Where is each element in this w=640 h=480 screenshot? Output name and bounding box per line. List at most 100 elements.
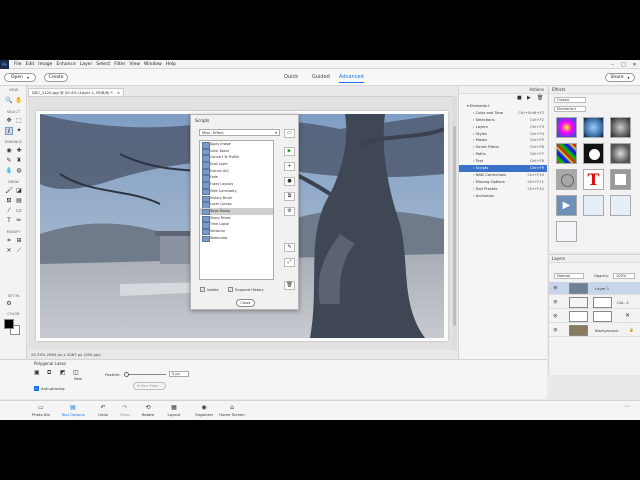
undo-button[interactable]: ↶ Undo	[95, 404, 111, 417]
document-tab[interactable]: DSC_1120.jpg @ 20.4% (Layer 1, RGB/8) * …	[28, 88, 125, 96]
subtract-selection-icon[interactable]: ◩	[60, 369, 66, 376]
script-item[interactable]: Extract AIQ	[200, 168, 273, 175]
isolate-checkbox[interactable]: ✓ Isolate	[200, 287, 219, 292]
run-script-button[interactable]: ▶	[284, 147, 295, 156]
effect-thumb[interactable]	[556, 143, 577, 164]
eye-icon[interactable]: 👁	[553, 313, 558, 318]
action-row[interactable]: › Styles Ctrl+F4	[459, 131, 547, 138]
content-aware-move-tool-icon[interactable]: ✕	[5, 247, 13, 255]
layer-row[interactable]: 👁 Col...1	[549, 296, 640, 309]
action-row[interactable]: › Smart Filters Ctrl+F6	[459, 144, 547, 151]
pencil-tool-icon[interactable]: ✏	[15, 217, 23, 225]
dialog-close-button[interactable]: Close	[236, 299, 255, 307]
lasso-tool-icon[interactable]: ℓ	[5, 127, 13, 135]
script-category-select[interactable]: Misc. Effect ▾	[199, 129, 280, 136]
effect-thumb[interactable]	[556, 169, 577, 190]
eraser-tool-icon[interactable]: ◪	[15, 187, 23, 195]
effect-thumb[interactable]	[610, 169, 631, 190]
script-item[interactable]: Watercolor	[200, 235, 273, 242]
effect-thumb[interactable]	[583, 117, 604, 138]
delete-script-button[interactable]: 🗑	[284, 281, 295, 290]
layout-button[interactable]: ▦ Layout	[165, 404, 183, 417]
menu-image[interactable]: Image	[38, 62, 52, 67]
smart-brush-tool-icon[interactable]: ✎	[5, 157, 13, 165]
script-list[interactable]: Apply Image Color Boost Convert To Profi…	[199, 140, 274, 280]
opacity-input[interactable]: 100%	[613, 273, 635, 279]
close-window-button[interactable]: ✕	[629, 60, 640, 69]
redo-button[interactable]: ↷ Redo	[117, 404, 133, 417]
foreground-color-swatch[interactable]	[4, 319, 14, 329]
effect-thumb[interactable]	[610, 117, 631, 138]
effect-thumb[interactable]	[610, 143, 631, 164]
script-item[interactable]: Apply Image	[200, 141, 273, 149]
effect-thumb[interactable]	[556, 221, 577, 242]
tab-guided[interactable]: Guided	[312, 74, 330, 80]
action-row[interactable]: › Animation	[459, 193, 547, 200]
script-item[interactable]: Fuzzy Layouts	[200, 181, 273, 189]
script-item[interactable]: Dual Layer	[200, 161, 273, 169]
eye-icon[interactable]: 👁	[553, 327, 558, 332]
edit-script-button[interactable]: ✎	[284, 243, 295, 252]
script-item[interactable]: Convert To Profile	[200, 154, 273, 162]
spot-healing-tool-icon[interactable]: ✚	[15, 147, 23, 155]
intersect-selection-icon[interactable]: ◫	[73, 369, 79, 376]
script-item[interactable]: Vectorize	[200, 228, 273, 236]
menu-help[interactable]: Help	[166, 62, 176, 67]
script-item[interactable]: Hide Luminosity	[200, 188, 273, 195]
add-selection-icon[interactable]: ⧉	[47, 369, 51, 377]
effect-thumb[interactable]: ▶	[556, 195, 577, 216]
open-button[interactable]: Open ▾	[4, 73, 36, 82]
crop-tool-icon[interactable]: ⌗	[5, 237, 13, 245]
close-document-icon[interactable]: ×	[117, 90, 120, 95]
action-row[interactable]: › Text Ctrl+F8	[459, 158, 547, 165]
action-row[interactable]: › RAW Corrections Ctrl+F10	[459, 172, 547, 179]
record-script-button[interactable]: ●	[284, 177, 295, 186]
effects-tab[interactable]: Effects	[552, 87, 566, 92]
settings-tool-icon[interactable]: ⚙	[5, 300, 13, 308]
actions-tab[interactable]: Actions	[529, 86, 544, 94]
straighten-tool-icon[interactable]: ⟋	[15, 247, 23, 255]
effect-thumb[interactable]	[610, 195, 631, 216]
script-settings-button[interactable]: ⚙	[284, 207, 295, 216]
stop-icon[interactable]: ■	[517, 95, 522, 101]
menu-file[interactable]: File	[14, 62, 22, 67]
sponge-tool-icon[interactable]: ◍	[15, 167, 23, 175]
add-script-button[interactable]: +	[284, 162, 295, 171]
action-row[interactable]: › Color and Tone Ctrl+Shift+F2	[459, 110, 547, 117]
more-icon[interactable]: ⋯	[624, 403, 630, 410]
layer-row[interactable]: 👁 Layer 1	[549, 282, 640, 295]
share-button[interactable]: Share ▾	[605, 73, 635, 82]
menu-filter[interactable]: Filter	[114, 62, 125, 67]
home-screen-button[interactable]: ⌂ Home Screen	[218, 404, 246, 417]
script-item[interactable]: History Brush	[200, 195, 273, 202]
action-row[interactable]: › Scripts Ctrl+F9	[459, 165, 547, 172]
effect-thumb[interactable]	[583, 195, 604, 216]
action-row[interactable]: › Paths Ctrl+F7	[459, 151, 547, 158]
move-tool-icon[interactable]: ✥	[5, 117, 13, 125]
duplicate-script-button[interactable]: ⧉	[284, 192, 295, 201]
play-icon[interactable]: ▶	[527, 95, 531, 101]
create-button[interactable]: Create	[44, 73, 68, 82]
eye-icon[interactable]: 👁	[553, 285, 558, 290]
hand-tool-icon[interactable]: ✋	[15, 97, 23, 105]
menu-window[interactable]: Window	[144, 62, 162, 67]
action-row[interactable]: › Tool Presets Ctrl+F12	[459, 186, 547, 193]
layer-row[interactable]: 👁 ✕	[549, 310, 640, 323]
script-item[interactable]: Sharp Finder	[200, 215, 273, 222]
zoom-tool-icon[interactable]: 🔍	[5, 97, 13, 105]
effect-thumb[interactable]	[583, 143, 604, 164]
marquee-tool-icon[interactable]: ⬚	[15, 117, 23, 125]
eye-tool-icon[interactable]: ◉	[5, 147, 13, 155]
organizer-button[interactable]: ◉ Organizer	[192, 404, 216, 417]
menu-enhance[interactable]: Enhance	[56, 62, 75, 67]
browse-script-button[interactable]: ▭	[284, 129, 295, 138]
effect-thumb[interactable]: T	[583, 169, 604, 190]
paint-bucket-tool-icon[interactable]: ⛾	[5, 197, 13, 205]
brush-tool-icon[interactable]: 🖌	[5, 187, 13, 195]
tool-options-button[interactable]: ▤ Tool Options	[60, 404, 86, 417]
script-item[interactable]: Color Boost	[200, 148, 273, 155]
refine-edge-button[interactable]: Refine Edge...	[133, 382, 166, 390]
action-row[interactable]: › Missing Options Ctrl+F11	[459, 179, 547, 186]
shape-tool-icon[interactable]: ▭	[15, 207, 23, 215]
menu-edit[interactable]: Edit	[26, 62, 35, 67]
